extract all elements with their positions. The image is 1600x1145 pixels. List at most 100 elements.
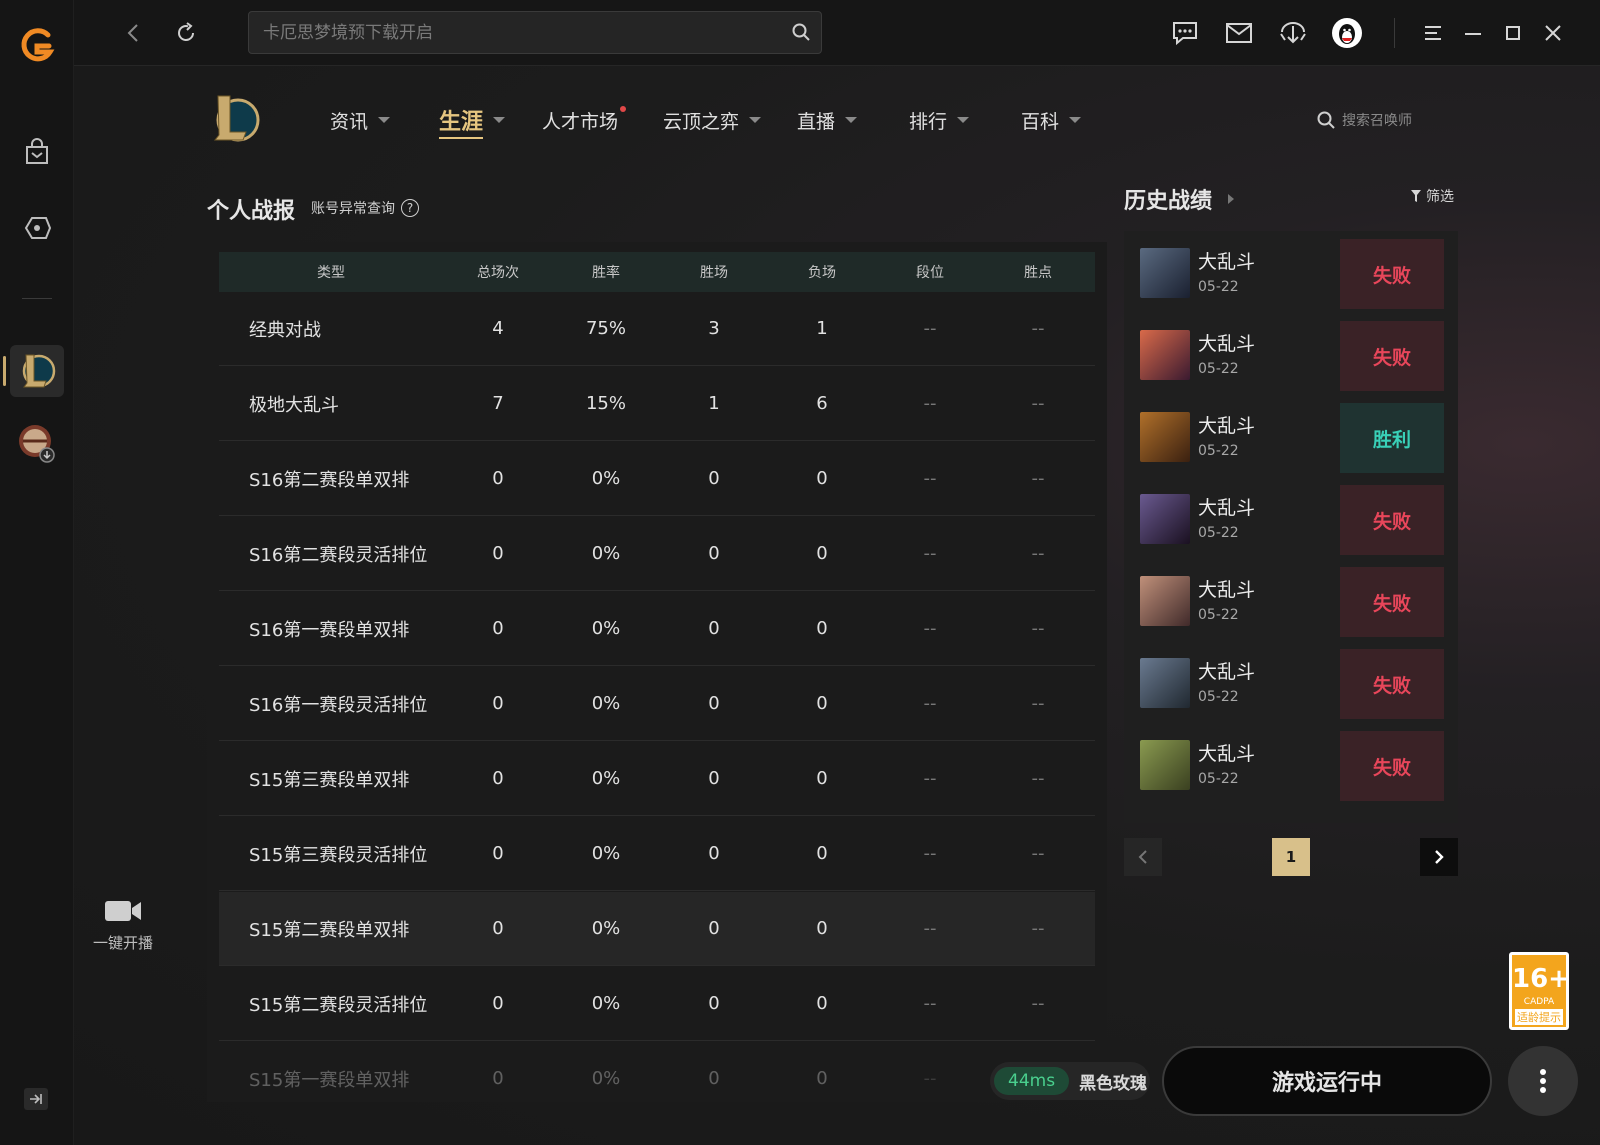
col-header: 胜率 — [592, 265, 620, 281]
account-abnormal-link[interactable]: 账号异常查询 ? — [311, 198, 419, 218]
server-status[interactable]: 44ms 黑色玫瑰 — [990, 1062, 1150, 1100]
lol-game-tab[interactable] — [10, 345, 64, 397]
refresh-button[interactable] — [171, 18, 201, 48]
match-result: 失败 — [1340, 321, 1444, 391]
nav-ranking[interactable]: 排行 — [909, 105, 970, 135]
table-row[interactable]: S16第二赛段单双排 0 0% 0 0 -- -- — [219, 442, 1095, 516]
history-header[interactable]: 历史战绩 — [1124, 183, 1236, 215]
ping-value: 44ms — [994, 1067, 1070, 1095]
collapse-rail-button[interactable] — [24, 1088, 48, 1110]
table-row[interactable]: 极地大乱斗 7 15% 1 6 -- -- — [219, 367, 1095, 441]
table-cell: -- — [923, 393, 937, 414]
table-cell: 0% — [591, 468, 621, 489]
launch-game-button[interactable]: 游戏运行中 — [1162, 1046, 1492, 1116]
video-camera-icon — [105, 901, 141, 921]
menu-icon[interactable] — [1416, 16, 1450, 50]
chevron-down-icon — [378, 117, 391, 123]
search-icon[interactable] — [791, 22, 811, 46]
match-mode: 大乱斗 — [1198, 251, 1256, 273]
champion-portrait — [1140, 658, 1190, 708]
match-row[interactable]: 大乱斗 05-22 失败 — [1140, 321, 1444, 391]
table-row[interactable]: S16第一赛段灵活排位 0 0% 0 0 -- -- — [219, 667, 1095, 741]
table-row[interactable]: S15第二赛段灵活排位 0 0% 0 0 -- -- — [219, 967, 1095, 1041]
table-cell: 6 — [816, 393, 828, 414]
filter-button[interactable]: 筛选 — [1410, 186, 1454, 206]
table-row[interactable]: S15第二赛段单双排 0 0% 0 0 -- -- — [219, 892, 1095, 966]
col-header: 胜点 — [1024, 265, 1052, 281]
col-header: 段位 — [916, 265, 944, 281]
table-row[interactable]: S16第二赛段灵活排位 0 0% 0 0 -- -- — [219, 517, 1095, 591]
game-center-icon[interactable] — [0, 210, 74, 246]
lol-logo[interactable] — [210, 92, 260, 152]
table-cell: 0 — [816, 1068, 828, 1089]
match-row[interactable]: 大乱斗 05-22 失败 — [1140, 731, 1444, 801]
table-cell: -- — [1031, 768, 1045, 789]
match-row[interactable]: 大乱斗 05-22 失败 — [1140, 649, 1444, 719]
history-list: 大乱斗 05-22 失败 大乱斗 05-22 失败 大乱斗 05-22 胜利 大乱斗 05-22 失败… — [1124, 231, 1458, 823]
match-row[interactable]: 大乱斗 05-22 失败 — [1140, 485, 1444, 555]
match-row[interactable]: 大乱斗 05-22 失败 — [1140, 239, 1444, 309]
global-search-box — [248, 11, 822, 54]
champion-portrait — [1140, 576, 1190, 626]
prev-page-button[interactable] — [1124, 838, 1162, 876]
table-cell: -- — [923, 1068, 937, 1089]
user-avatar[interactable] — [1330, 16, 1364, 50]
nav-talent-market-label: 人才市场 — [542, 110, 619, 133]
table-cell: -- — [1031, 468, 1045, 489]
table-cell: -- — [1031, 918, 1045, 939]
more-vertical-icon — [1540, 1069, 1546, 1093]
match-mode: 大乱斗 — [1198, 661, 1256, 683]
nav-career[interactable]: 生涯 — [439, 105, 506, 139]
summoner-search[interactable]: 搜索召唤师 — [1316, 110, 1412, 130]
match-row[interactable]: 大乱斗 05-22 胜利 — [1140, 403, 1444, 473]
global-search-input[interactable] — [263, 20, 763, 46]
page-number[interactable]: 1 — [1272, 838, 1310, 876]
next-page-button[interactable] — [1420, 838, 1458, 876]
table-row[interactable]: S16第一赛段单双排 0 0% 0 0 -- -- — [219, 592, 1095, 666]
table-cell: 经典对战 — [249, 319, 321, 341]
close-icon[interactable] — [1536, 16, 1570, 50]
nav-talent-market[interactable]: 人才市场 — [542, 105, 627, 135]
table-cell: S16第二赛段灵活排位 — [249, 544, 428, 566]
table-cell: 4 — [492, 318, 504, 339]
table-cell: -- — [923, 543, 937, 564]
age-rating-badge: 16+ CADPA 适龄提示 — [1509, 952, 1570, 1030]
other-game-icon[interactable] — [0, 418, 74, 468]
table-cell: S16第一赛段单双排 — [249, 619, 410, 641]
table-cell: -- — [1031, 993, 1045, 1014]
one-click-stream-button[interactable]: 一键开播 — [88, 898, 158, 953]
table-cell: -- — [923, 993, 937, 1014]
table-cell: -- — [1031, 393, 1045, 414]
mail-icon[interactable] — [1222, 16, 1256, 50]
store-bag-icon[interactable] — [0, 134, 74, 170]
app-logo-icon[interactable] — [0, 24, 74, 68]
back-button[interactable] — [118, 18, 148, 48]
match-row[interactable]: 大乱斗 05-22 失败 — [1140, 567, 1444, 637]
table-cell: -- — [923, 693, 937, 714]
table-cell: 0 — [816, 993, 828, 1014]
chat-icon[interactable] — [1168, 16, 1202, 50]
table-cell: 1 — [816, 318, 828, 339]
col-header: 负场 — [808, 265, 836, 281]
nav-career-label: 生涯 — [439, 110, 484, 135]
nav-news[interactable]: 资讯 — [330, 105, 391, 135]
lol-brand-icon — [213, 95, 260, 142]
table-row[interactable]: S15第三赛段单双排 0 0% 0 0 -- -- — [219, 742, 1095, 816]
table-cell: -- — [923, 843, 937, 864]
match-result: 失败 — [1340, 485, 1444, 555]
download-icon[interactable] — [1276, 16, 1310, 50]
help-icon[interactable]: ? — [401, 199, 419, 217]
nav-live[interactable]: 直播 — [797, 105, 858, 135]
table-row[interactable]: S15第三赛段灵活排位 0 0% 0 0 -- -- — [219, 817, 1095, 891]
table-row[interactable]: S15第一赛段单双排00%00---- — [219, 1042, 1095, 1102]
more-options-button[interactable] — [1508, 1046, 1578, 1116]
minimize-icon[interactable] — [1456, 16, 1490, 50]
table-cell: 0 — [816, 468, 828, 489]
nav-wiki[interactable]: 百科 — [1021, 105, 1082, 135]
table-cell: 0 — [492, 1068, 504, 1089]
nav-wiki-label: 百科 — [1021, 110, 1060, 133]
nav-tft[interactable]: 云顶之弈 — [663, 105, 762, 135]
table-row[interactable]: 经典对战 4 75% 3 1 -- -- — [219, 292, 1095, 366]
maximize-icon[interactable] — [1496, 16, 1530, 50]
table-cell: S15第一赛段单双排 — [249, 1069, 410, 1091]
